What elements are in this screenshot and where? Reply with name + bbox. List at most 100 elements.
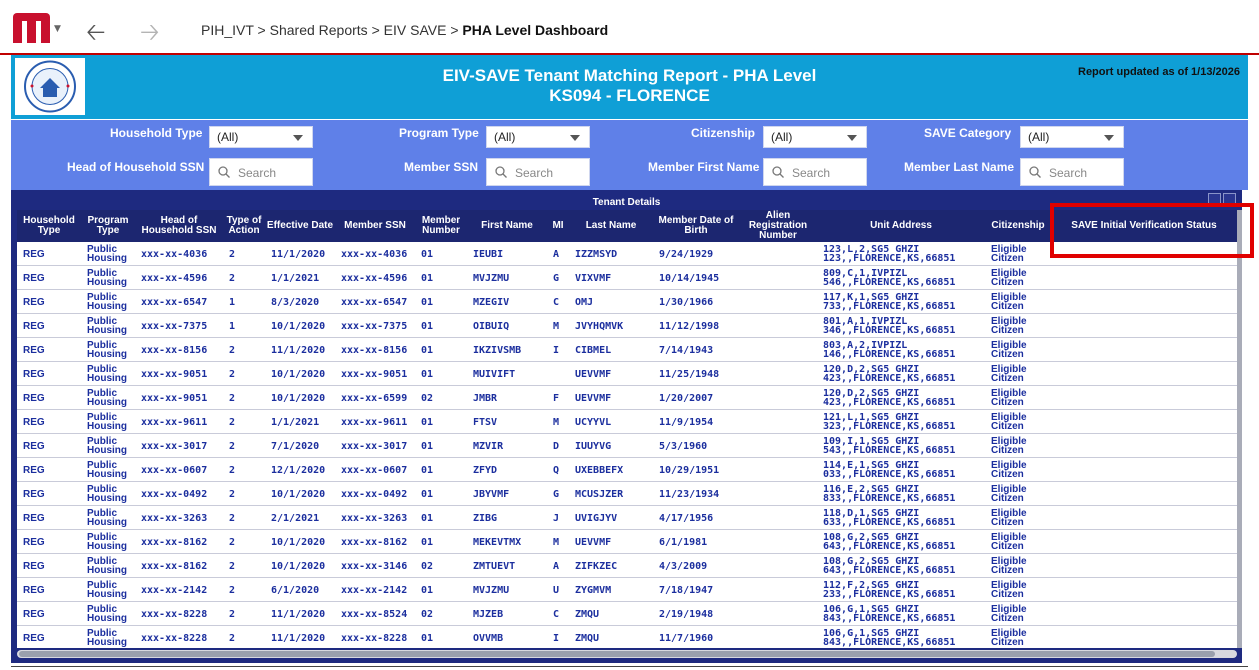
table-row[interactable]: REG Public Housing xxx-xx-3263 2 2/1/2021 xxx-… [17, 506, 1237, 530]
member-last-name-search-input[interactable]: Search [1020, 158, 1124, 186]
cell-alien-registration-number [745, 506, 817, 530]
breadcrumb-item-pih-ivt[interactable]: PIH_IVT [201, 22, 254, 38]
column-header-last-name[interactable]: Last Name [569, 210, 653, 242]
cell-date-of-birth: 10/29/1951 [659, 464, 720, 476]
cell-member-ssn: xxx-xx-4036 [341, 248, 408, 260]
table-row[interactable]: REG Public Housing xxx-xx-9611 2 1/1/2021 xxx-… [17, 410, 1237, 434]
cell-middle-initial: A [553, 560, 560, 572]
cell-effective-date: 11/1/2020 [271, 632, 326, 644]
table-row[interactable]: REG Public Housing xxx-xx-0492 2 10/1/2020 xxx… [17, 482, 1237, 506]
table-row[interactable]: REG Public Housing xxx-xx-8162 2 10/1/2020 xxx… [17, 554, 1237, 578]
cell-alien-registration-number [745, 578, 817, 602]
table-row[interactable]: REG Public Housing xxx-xx-9051 2 10/1/2020 xxx… [17, 386, 1237, 410]
column-header-alien-registration-number[interactable]: Alien Registration Number [739, 210, 817, 242]
cell-unit-address: 120,D,2,SG5 GHZI 423,,FLORENCE,KS,66851 [823, 362, 985, 386]
cell-citizenship: Eligible Citizen [991, 314, 1051, 338]
table-row[interactable]: REG Public Housing xxx-xx-8228 2 11/1/2020 xxx… [17, 626, 1237, 648]
table-row[interactable]: REG Public Housing xxx-xx-6547 1 8/3/2020 xxx-… [17, 290, 1237, 314]
cell-citizenship: Eligible Citizen [991, 242, 1051, 266]
app-menu-caret-icon[interactable]: ▼ [54, 24, 61, 34]
report-header: EIV-SAVE Tenant Matching Report - PHA Le… [11, 55, 1248, 119]
cell-last-name: UXEBBEFX [575, 464, 624, 476]
citizenship-label: Citizenship [691, 126, 756, 140]
table-row[interactable]: REG Public Housing xxx-xx-8162 2 10/1/2020 xxx… [17, 530, 1237, 554]
cell-type-of-action: 2 [229, 512, 236, 524]
program-type-label: Program Type [399, 126, 479, 140]
cell-save-verification-status [1057, 482, 1237, 506]
cell-middle-initial: J [553, 512, 560, 524]
cell-date-of-birth: 11/9/1954 [659, 416, 714, 428]
column-header-member-ssn[interactable]: Member SSN [335, 210, 415, 242]
cell-hoh-ssn: xxx-xx-3017 [141, 440, 208, 452]
address-line-2: 633,,FLORENCE,KS,66851 [823, 517, 956, 528]
cell-unit-address: 120,D,2,SG5 GHZI 423,,FLORENCE,KS,66851 [823, 386, 985, 410]
program-type-select[interactable]: (All) [486, 126, 590, 148]
citizenship-select[interactable]: (All) [763, 126, 867, 148]
table-row[interactable]: REG Public Housing xxx-xx-9051 2 10/1/2020 xxx… [17, 362, 1237, 386]
column-header-middle-initial[interactable]: MI [547, 210, 569, 242]
column-header-citizenship[interactable]: Citizenship [985, 210, 1051, 242]
column-header-unit-address[interactable]: Unit Address [817, 210, 985, 242]
table-row[interactable]: REG Public Housing xxx-xx-4596 2 1/1/2021 xxx-… [17, 266, 1237, 290]
breadcrumb-item-eiv-save[interactable]: EIV SAVE [384, 22, 447, 38]
cell-citizenship: Eligible Citizen [991, 602, 1051, 626]
cell-member-number: 01 [421, 248, 434, 260]
vertical-scrollbar[interactable] [1237, 210, 1242, 648]
cell-citizenship: Eligible Citizen [991, 554, 1051, 578]
cell-text-line: Citizen [991, 637, 1024, 648]
table-row[interactable]: REG Public Housing xxx-xx-7375 1 10/1/2020 xxx… [17, 314, 1237, 338]
column-header-household-type[interactable]: Household Type [17, 210, 81, 242]
save-category-select[interactable]: (All) [1020, 126, 1124, 148]
hoh-ssn-search-input[interactable]: Search [209, 158, 313, 186]
column-header-date-of-birth[interactable]: Member Date of Birth [653, 210, 739, 242]
member-ssn-search-input[interactable]: Search [486, 158, 590, 186]
member-ssn-label: Member SSN [404, 160, 479, 174]
cell-hoh-ssn: xxx-xx-8228 [141, 632, 208, 644]
table-row[interactable]: REG Public Housing xxx-xx-0607 2 12/1/2020 xxx… [17, 458, 1237, 482]
household-type-select[interactable]: (All) [209, 126, 313, 148]
table-row[interactable]: REG Public Housing xxx-xx-8228 2 11/1/2020 xxx… [17, 602, 1237, 626]
cell-save-verification-status [1057, 530, 1237, 554]
cell-unit-address: 801,A,1,IVPIZL 346,,FLORENCE,KS,66851 [823, 314, 985, 338]
cell-last-name: MCUSJZER [575, 488, 624, 500]
table-row[interactable]: REG Public Housing xxx-xx-2142 2 6/1/2020 xxx-… [17, 578, 1237, 602]
address-line-2: 643,,FLORENCE,KS,66851 [823, 565, 956, 576]
cell-save-verification-status [1057, 602, 1237, 626]
column-header-member-number[interactable]: Member Number [415, 210, 467, 242]
cell-alien-registration-number [745, 410, 817, 434]
column-header-effective-date[interactable]: Effective Date [265, 210, 335, 242]
cell-type-of-action: 2 [229, 584, 236, 596]
column-header-program-type[interactable]: Program Type [81, 210, 135, 242]
cell-program-type: Public Housing [87, 506, 135, 530]
table-row[interactable]: REG Public Housing xxx-xx-3017 2 7/1/2020 xxx-… [17, 434, 1237, 458]
cell-member-ssn: xxx-xx-7375 [341, 320, 408, 332]
table-row[interactable]: REG Public Housing xxx-xx-8156 2 11/1/2020 xxx… [17, 338, 1237, 362]
table-body[interactable]: REG Public Housing xxx-xx-4036 2 11/1/2020 xxx… [17, 242, 1237, 648]
horizontal-scrollbar[interactable] [17, 650, 1237, 658]
cell-first-name: MVJZMU [473, 584, 510, 596]
column-header-hoh-ssn[interactable]: Head of Household SSN [135, 210, 223, 242]
cell-member-ssn: xxx-xx-0607 [341, 464, 408, 476]
breadcrumb-item-shared-reports[interactable]: Shared Reports [270, 22, 368, 38]
forward-arrow-icon[interactable]: 🡢 [140, 15, 159, 56]
cell-first-name: MVJZMU [473, 272, 510, 284]
cell-type-of-action: 2 [229, 272, 236, 284]
search-icon [218, 166, 230, 178]
cell-first-name: IKZIVSMB [473, 344, 522, 356]
app-logo-icon[interactable] [13, 13, 51, 43]
dropdown-arrow-icon [847, 135, 857, 141]
cell-last-name: UEVVMF [575, 368, 612, 380]
column-header-type-of-action[interactable]: Type of Action [223, 210, 265, 242]
member-first-name-label: Member First Name [648, 160, 760, 174]
cell-program-type: Public Housing [87, 554, 135, 578]
scrollbar-thumb[interactable] [19, 651, 1215, 657]
column-header-first-name[interactable]: First Name [467, 210, 547, 242]
cell-effective-date: 1/1/2021 [271, 416, 320, 428]
cell-program-type: Public Housing [87, 386, 135, 410]
cell-effective-date: 10/1/2020 [271, 392, 326, 404]
cell-effective-date: 10/1/2020 [271, 368, 326, 380]
member-first-name-search-input[interactable]: Search [763, 158, 867, 186]
back-arrow-icon[interactable]: 🡠 [86, 15, 105, 56]
cell-effective-date: 7/1/2020 [271, 440, 320, 452]
cell-text-line: Housing [87, 469, 127, 480]
